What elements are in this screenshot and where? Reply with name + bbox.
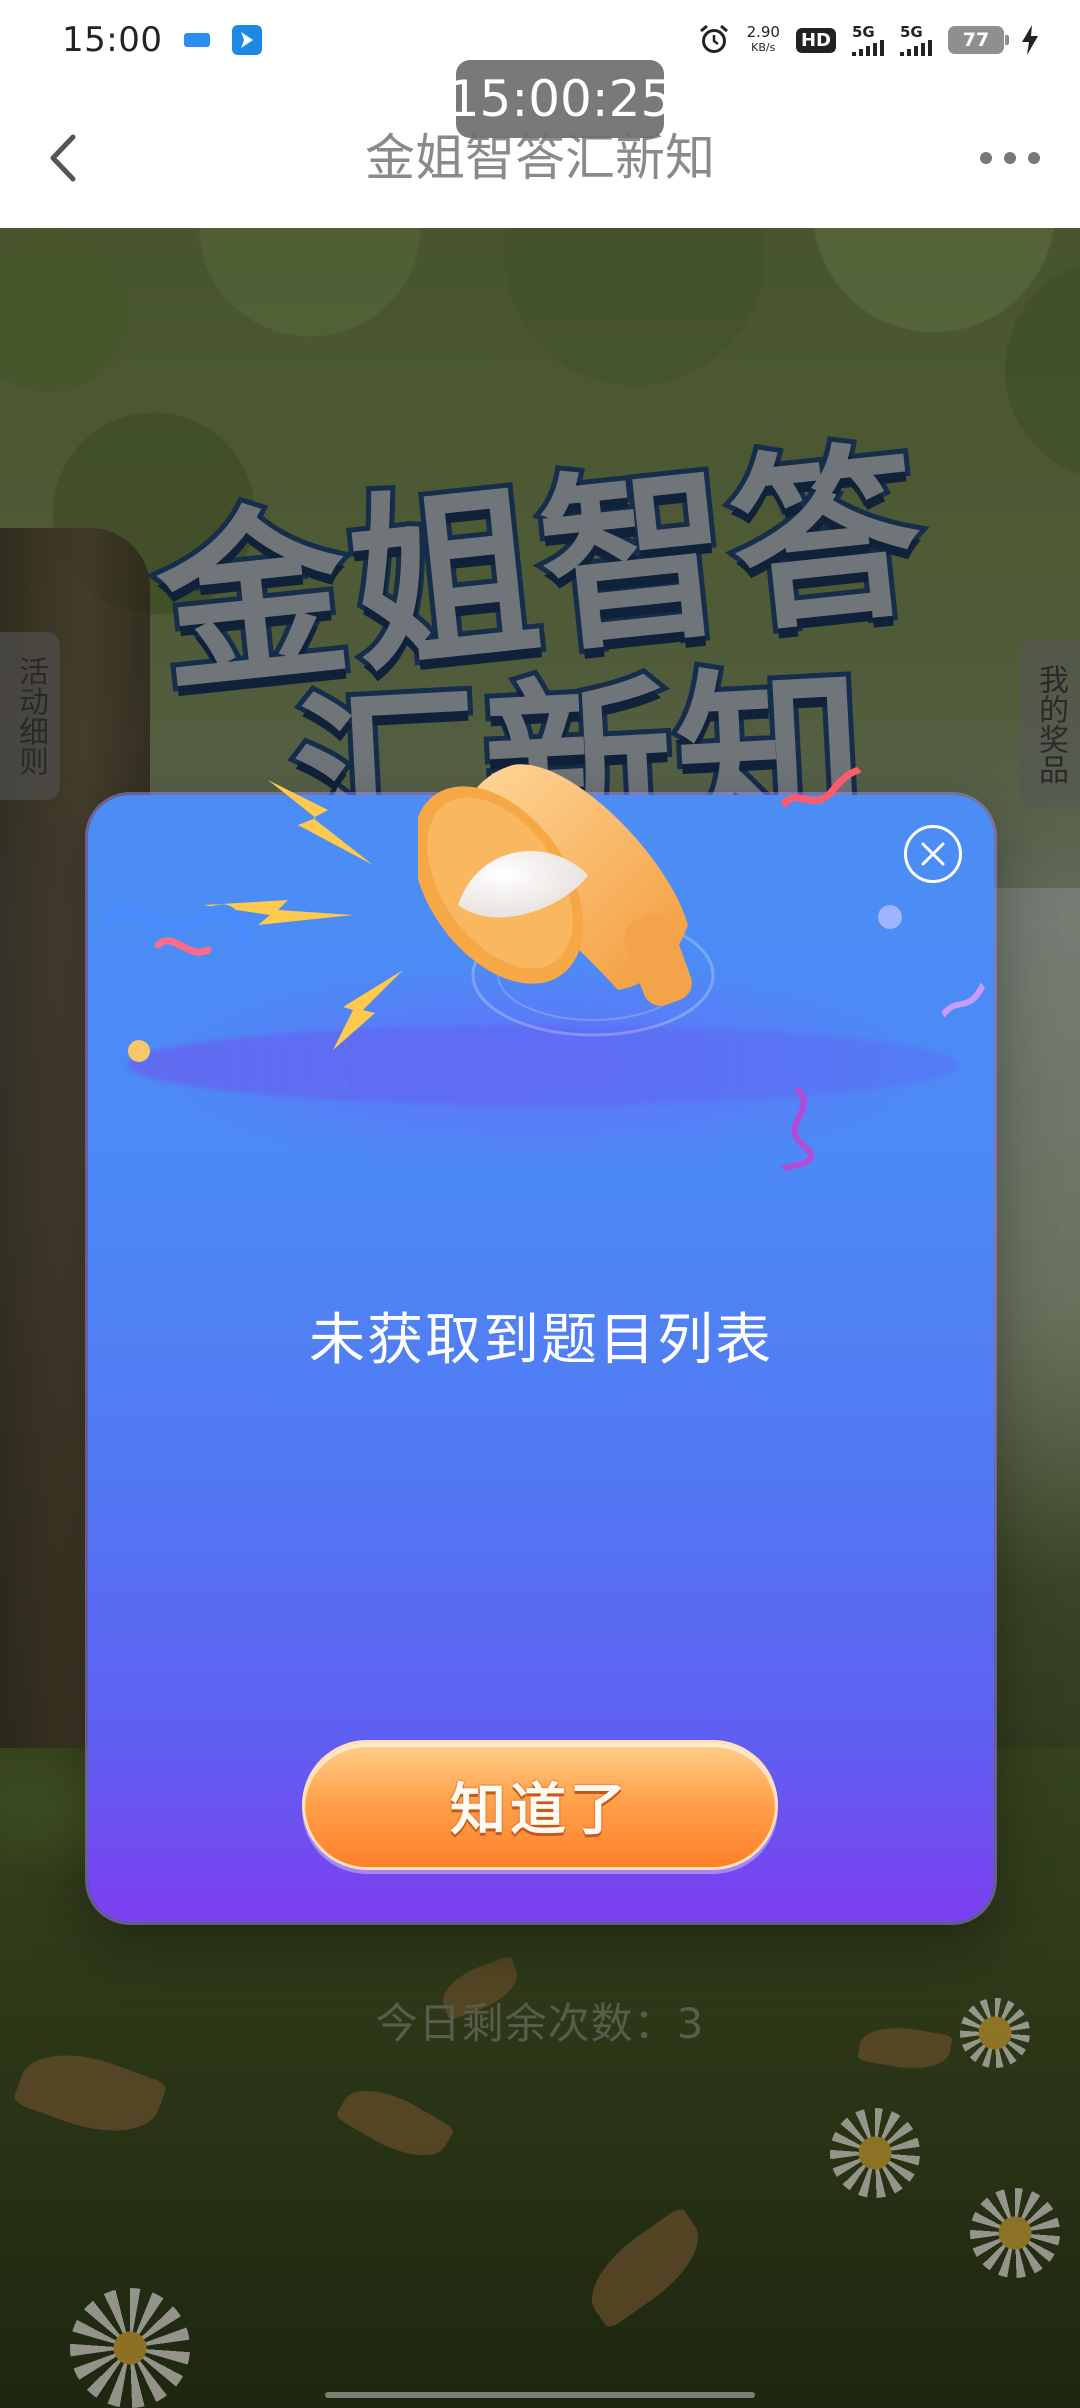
ribbon — [940, 982, 986, 1018]
confetti — [878, 905, 902, 929]
notification-app-icon — [184, 33, 211, 47]
hd-voice-icon: HD — [795, 27, 836, 53]
close-button[interactable] — [904, 825, 962, 883]
lightning-icon — [333, 970, 403, 1050]
status-right: 2.90 KB/s HD 5G 5G 77 — [697, 23, 1040, 57]
status-left: 15:00 — [62, 20, 263, 60]
navigation-app-icon — [232, 25, 263, 55]
lightning-icon — [268, 780, 373, 865]
megaphone-icon — [418, 764, 715, 1037]
more-dots-icon — [980, 152, 1040, 164]
charging-icon — [1022, 25, 1038, 55]
screen-record-time: 15:00:25 — [448, 60, 672, 138]
ribbon — [779, 761, 867, 809]
ribbon — [775, 1087, 814, 1173]
more-options-button[interactable] — [970, 130, 1050, 186]
network-speed: 2.90 KB/s — [746, 23, 780, 54]
sim1-signal-icon: 5G — [852, 24, 884, 56]
home-indicator[interactable] — [325, 2392, 755, 2398]
notice-modal: 未获取到题目列表 知道了 — [88, 761, 994, 1922]
alarm-icon — [699, 24, 728, 53]
confirm-button-label: 知道了 — [450, 1777, 630, 1843]
confetti — [128, 1040, 150, 1062]
sim2-signal-icon: 5G — [900, 24, 932, 56]
close-icon — [921, 842, 945, 866]
status-time: 15:00 — [62, 20, 163, 60]
confirm-button[interactable]: 知道了 — [302, 1740, 778, 1870]
ribbon — [98, 904, 258, 956]
battery-icon: 77 — [948, 26, 1009, 54]
modal-message: 未获取到题目列表 — [309, 1308, 773, 1373]
